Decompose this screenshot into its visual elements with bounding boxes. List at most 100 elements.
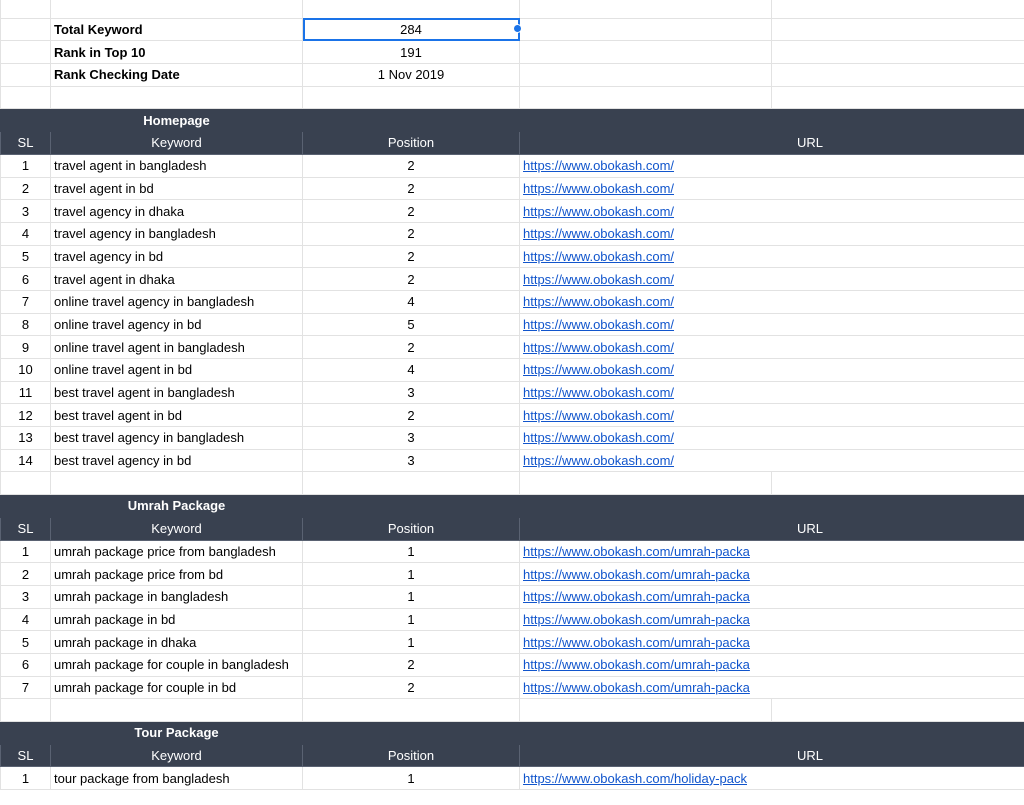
- url-link[interactable]: https://www.obokash.com/holiday-pack: [519, 766, 1024, 791]
- keyword-cell[interactable]: umrah package in dhaka: [50, 630, 303, 654]
- empty-cell[interactable]: [50, 471, 303, 496]
- url-link[interactable]: https://www.obokash.com/: [519, 176, 1024, 201]
- keyword-cell[interactable]: best travel agency in bangladesh: [50, 426, 303, 450]
- empty-cell[interactable]: [771, 40, 1024, 65]
- url-link[interactable]: https://www.obokash.com/: [519, 380, 1024, 405]
- keyword-cell[interactable]: umrah package price from bangladesh: [50, 539, 303, 564]
- position-cell[interactable]: 4: [302, 358, 520, 382]
- empty-cell[interactable]: [302, 698, 520, 722]
- sl-cell[interactable]: 4: [0, 221, 51, 246]
- position-cell[interactable]: 2: [302, 221, 520, 246]
- column-header-sl[interactable]: SL: [0, 131, 51, 155]
- sl-cell[interactable]: 14: [0, 448, 51, 473]
- empty-cell[interactable]: [0, 40, 51, 65]
- sl-cell[interactable]: 8: [0, 312, 51, 337]
- keyword-cell[interactable]: best travel agency in bd: [50, 448, 303, 473]
- empty-cell[interactable]: [771, 698, 1024, 722]
- empty-cell[interactable]: [0, 471, 51, 496]
- sl-cell[interactable]: 11: [0, 380, 51, 405]
- column-header-keyword[interactable]: Keyword: [50, 743, 303, 768]
- selection-fill-handle[interactable]: [513, 24, 522, 33]
- url-link[interactable]: https://www.obokash.com/umrah-packa: [519, 562, 1024, 586]
- sl-cell[interactable]: 5: [0, 244, 51, 269]
- column-header-url[interactable]: URL: [519, 516, 1024, 541]
- position-cell[interactable]: 2: [302, 652, 520, 677]
- url-link[interactable]: https://www.obokash.com/: [519, 312, 1024, 337]
- url-link[interactable]: https://www.obokash.com/: [519, 358, 1024, 382]
- column-header-position[interactable]: Position: [302, 516, 520, 541]
- empty-cell[interactable]: [302, 471, 520, 496]
- url-link[interactable]: https://www.obokash.com/umrah-packa: [519, 539, 1024, 564]
- sl-cell[interactable]: 6: [0, 267, 51, 291]
- url-link[interactable]: https://www.obokash.com/umrah-packa: [519, 607, 1024, 632]
- keyword-cell[interactable]: umrah package for couple in bd: [50, 675, 303, 700]
- url-link[interactable]: https://www.obokash.com/: [519, 244, 1024, 269]
- summary-label[interactable]: Rank in Top 10: [50, 40, 303, 65]
- position-cell[interactable]: 2: [302, 403, 520, 428]
- position-cell[interactable]: 2: [302, 153, 520, 178]
- url-link[interactable]: https://www.obokash.com/umrah-packa: [519, 630, 1024, 654]
- empty-cell[interactable]: [0, 85, 51, 110]
- position-cell[interactable]: 2: [302, 335, 520, 359]
- keyword-cell[interactable]: travel agency in bangladesh: [50, 221, 303, 246]
- sl-cell[interactable]: 2: [0, 562, 51, 586]
- url-link[interactable]: https://www.obokash.com/: [519, 448, 1024, 473]
- url-link[interactable]: https://www.obokash.com/: [519, 221, 1024, 246]
- empty-cell[interactable]: [519, 85, 772, 110]
- sl-cell[interactable]: 5: [0, 630, 51, 654]
- empty-cell[interactable]: [771, 0, 1024, 19]
- empty-cell[interactable]: [771, 85, 1024, 110]
- band-cell[interactable]: [0, 721, 51, 745]
- sl-cell[interactable]: 10: [0, 358, 51, 382]
- empty-cell[interactable]: [519, 0, 772, 19]
- sl-cell[interactable]: 2: [0, 176, 51, 201]
- url-link[interactable]: https://www.obokash.com/: [519, 199, 1024, 223]
- empty-cell[interactable]: [519, 40, 772, 65]
- sl-cell[interactable]: 12: [0, 403, 51, 428]
- empty-cell[interactable]: [0, 17, 51, 42]
- keyword-cell[interactable]: best travel agent in bangladesh: [50, 380, 303, 405]
- section-title[interactable]: Homepage: [50, 108, 303, 133]
- url-link[interactable]: https://www.obokash.com/umrah-packa: [519, 584, 1024, 609]
- keyword-cell[interactable]: travel agent in dhaka: [50, 267, 303, 291]
- band-cell[interactable]: [302, 108, 1024, 133]
- empty-cell[interactable]: [0, 63, 51, 87]
- keyword-cell[interactable]: umrah package price from bd: [50, 562, 303, 586]
- position-cell[interactable]: 4: [302, 289, 520, 314]
- url-link[interactable]: https://www.obokash.com/: [519, 289, 1024, 314]
- summary-value[interactable]: 191: [302, 40, 520, 65]
- keyword-cell[interactable]: tour package from bangladesh: [50, 766, 303, 791]
- position-cell[interactable]: 2: [302, 267, 520, 291]
- position-cell[interactable]: 2: [302, 244, 520, 269]
- sl-cell[interactable]: 4: [0, 607, 51, 632]
- summary-value[interactable]: 284: [302, 17, 520, 42]
- position-cell[interactable]: 1: [302, 539, 520, 564]
- section-title[interactable]: Tour Package: [50, 721, 303, 745]
- position-cell[interactable]: 2: [302, 199, 520, 223]
- column-header-sl[interactable]: SL: [0, 743, 51, 768]
- empty-cell[interactable]: [771, 471, 1024, 496]
- column-header-keyword[interactable]: Keyword: [50, 516, 303, 541]
- column-header-url[interactable]: URL: [519, 131, 1024, 155]
- band-cell[interactable]: [0, 108, 51, 133]
- column-header-position[interactable]: Position: [302, 743, 520, 768]
- sl-cell[interactable]: 7: [0, 675, 51, 700]
- empty-cell[interactable]: [50, 698, 303, 722]
- keyword-cell[interactable]: travel agent in bd: [50, 176, 303, 201]
- summary-label[interactable]: Total Keyword: [50, 17, 303, 42]
- section-title[interactable]: Umrah Package: [50, 494, 303, 518]
- url-link[interactable]: https://www.obokash.com/umrah-packa: [519, 652, 1024, 677]
- empty-cell[interactable]: [519, 471, 772, 496]
- position-cell[interactable]: 1: [302, 607, 520, 632]
- column-header-position[interactable]: Position: [302, 131, 520, 155]
- empty-cell[interactable]: [302, 0, 520, 19]
- sl-cell[interactable]: 3: [0, 199, 51, 223]
- position-cell[interactable]: 1: [302, 766, 520, 791]
- url-link[interactable]: https://www.obokash.com/: [519, 267, 1024, 291]
- keyword-cell[interactable]: online travel agency in bd: [50, 312, 303, 337]
- column-header-sl[interactable]: SL: [0, 516, 51, 541]
- empty-cell[interactable]: [771, 63, 1024, 87]
- url-link[interactable]: https://www.obokash.com/: [519, 403, 1024, 428]
- position-cell[interactable]: 1: [302, 630, 520, 654]
- empty-cell[interactable]: [50, 0, 303, 19]
